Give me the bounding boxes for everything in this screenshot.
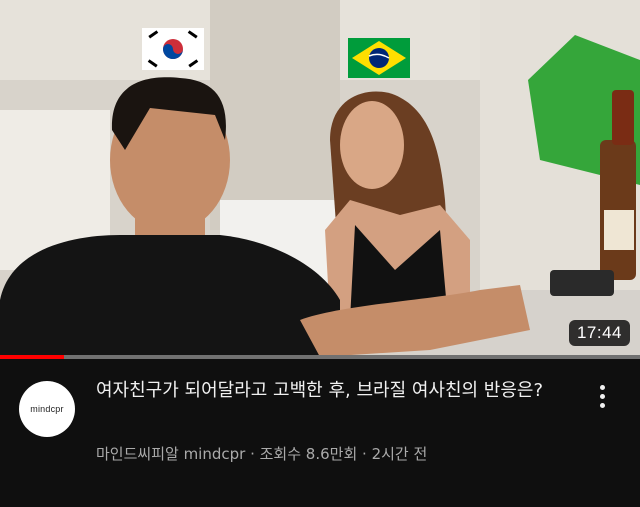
channel-avatar-text: mindcpr [30, 404, 64, 414]
thumbnail-image [0, 0, 640, 357]
video-duration-badge: 17:44 [568, 320, 630, 346]
video-title[interactable]: 여자친구가 되어달라고 고백한 후, 브라질 여사친의 반응은? [96, 377, 566, 404]
more-vert-icon[interactable] [594, 385, 610, 413]
south-korea-flag-icon [142, 28, 204, 70]
brazil-flag-icon [348, 38, 410, 78]
view-count: 조회수 8.6만회 [259, 445, 358, 463]
channel-avatar[interactable]: mindcpr [19, 381, 75, 437]
video-metadata: mindcpr 여자친구가 되어달라고 고백한 후, 브라질 여사친의 반응은?… [0, 359, 640, 507]
video-thumbnail[interactable]: 17:44 [0, 0, 640, 357]
upload-age: 2시간 전 [371, 445, 428, 463]
separator-2: · [357, 445, 372, 463]
separator-1: · [245, 445, 260, 463]
video-subline: 마인드씨피알 mindcpr · 조회수 8.6만회 · 2시간 전 [96, 443, 566, 464]
channel-name[interactable]: 마인드씨피알 mindcpr [96, 445, 245, 463]
